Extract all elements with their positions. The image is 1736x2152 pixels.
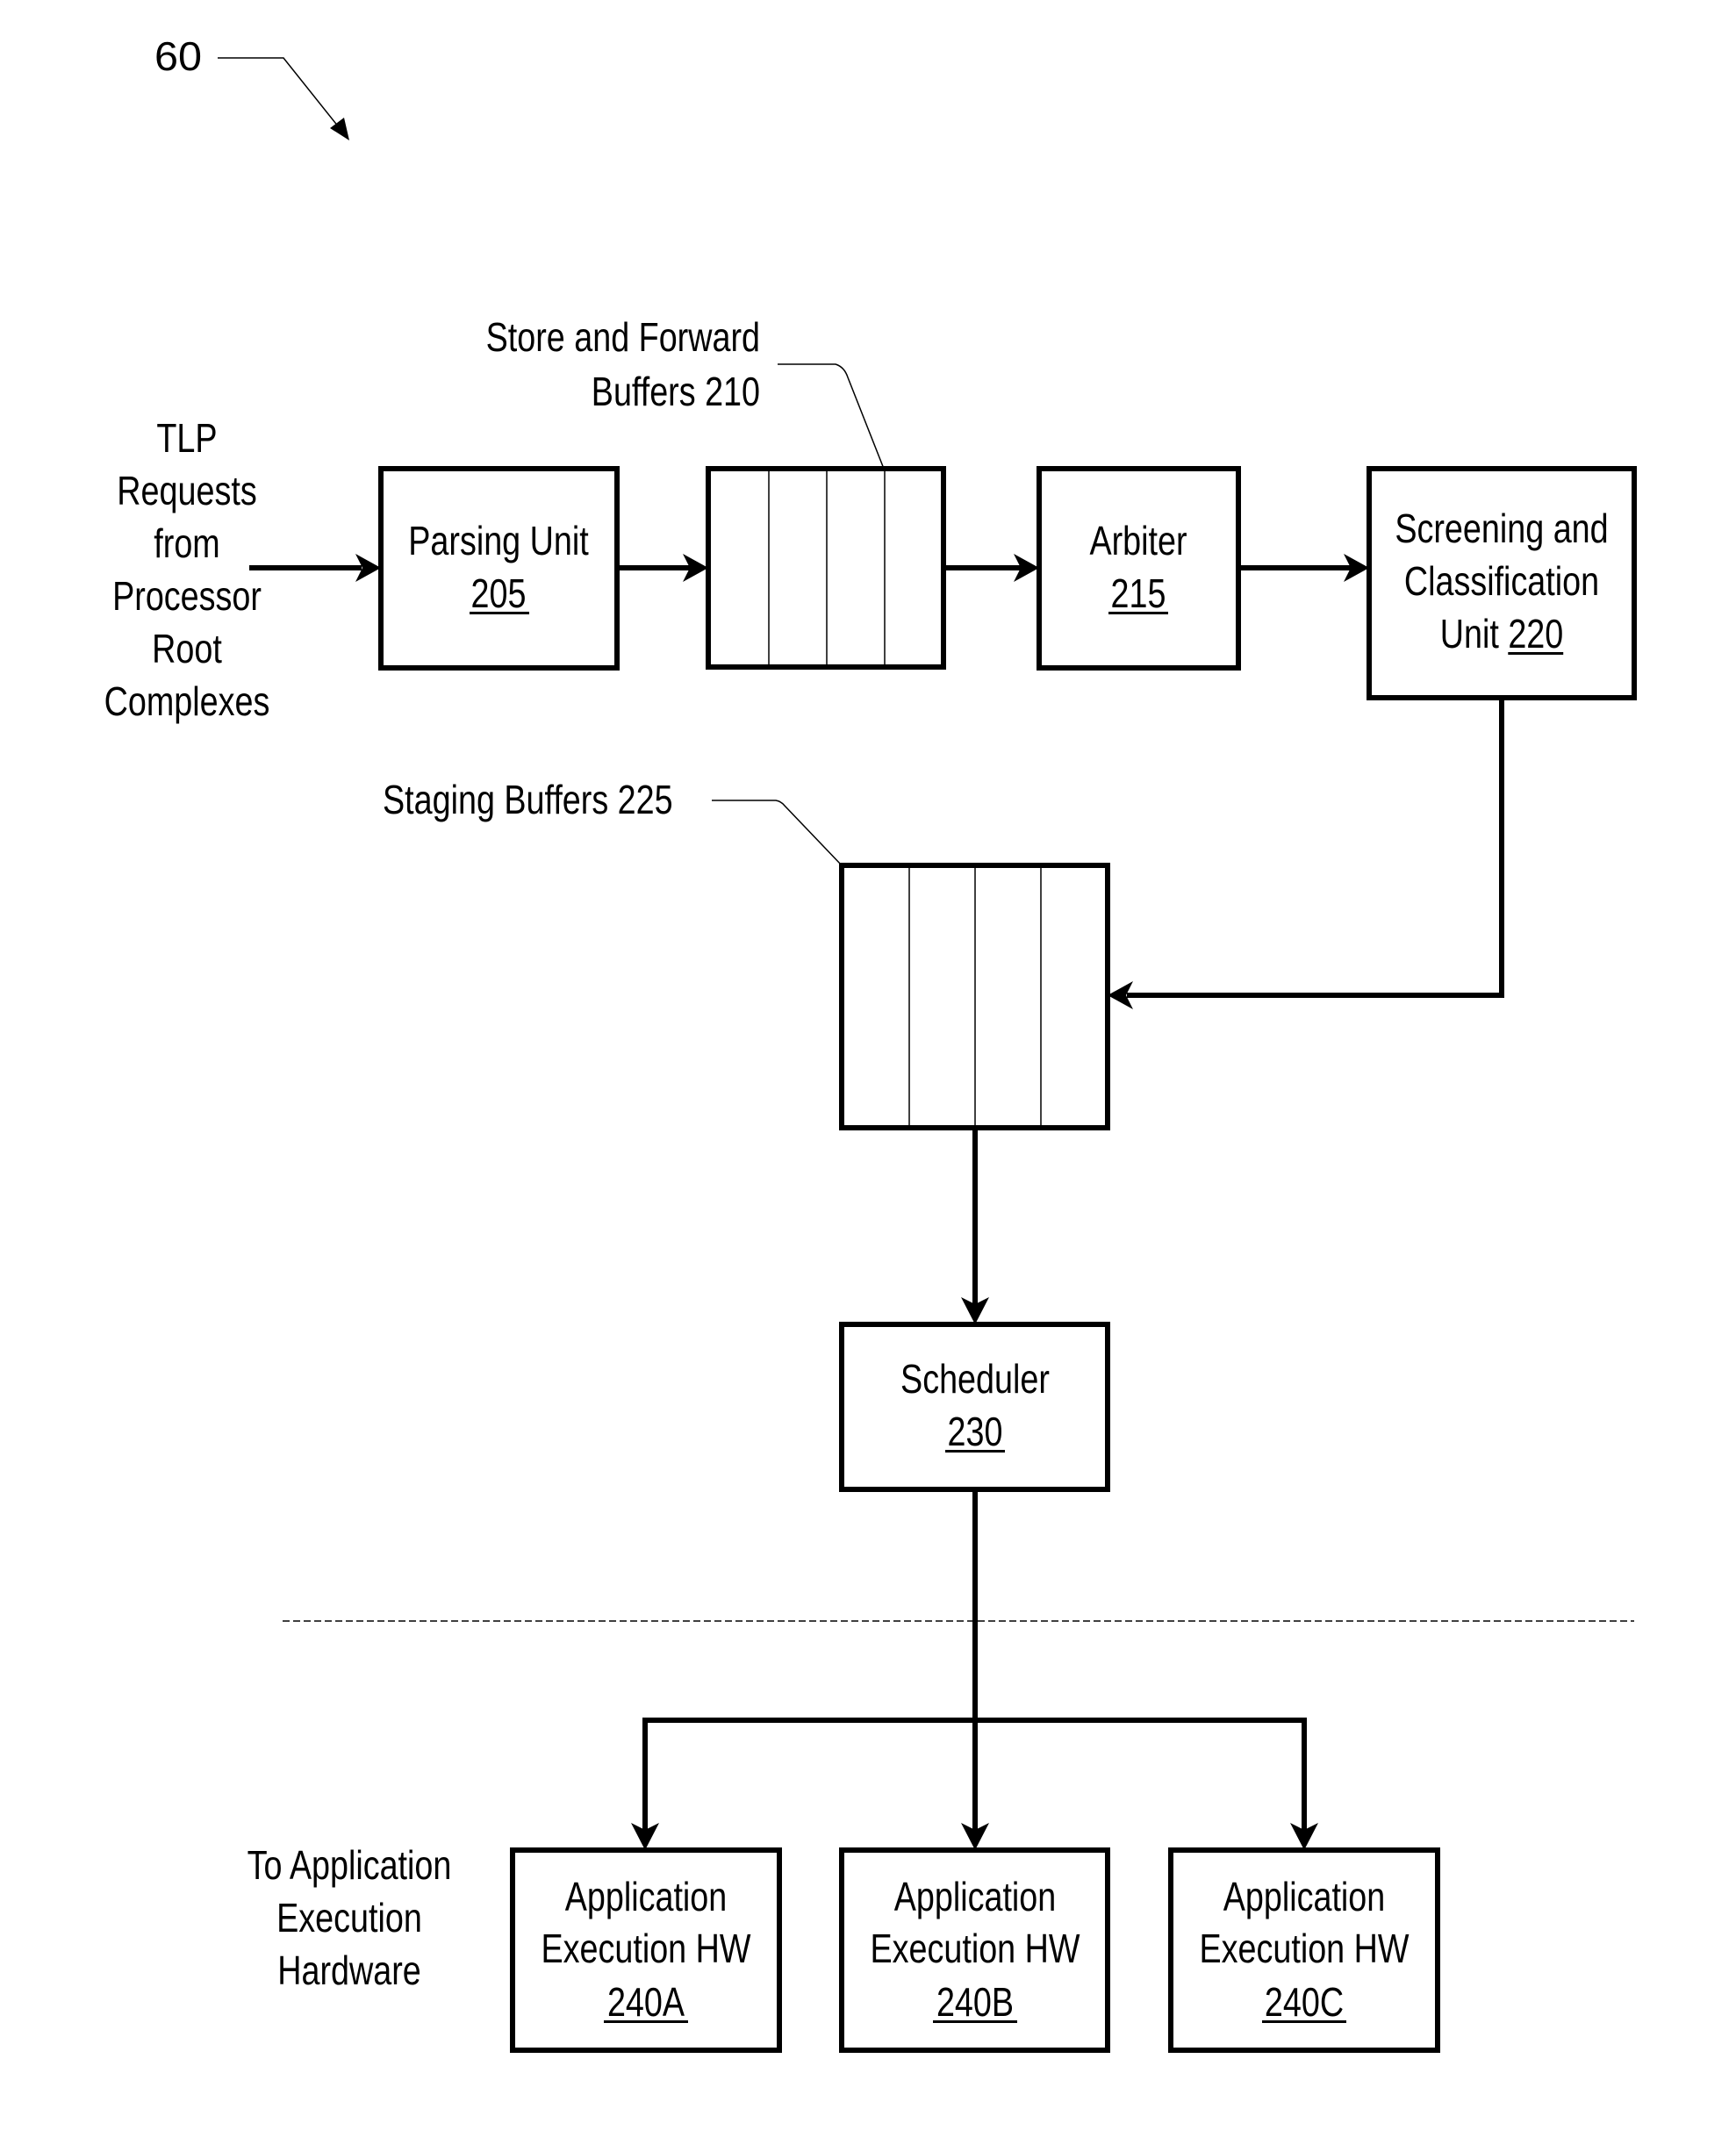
arbiter-name: Arbiter [1089, 518, 1187, 563]
source-label-line: Requests [117, 468, 256, 513]
hw-ref-underline [933, 2020, 1017, 2023]
hw-name-line: Application [1223, 1874, 1386, 1919]
source-label-line: from [154, 520, 219, 566]
destination-label-line: Execution [276, 1895, 422, 1940]
arbiter-ref-underline [1108, 612, 1168, 614]
hw-name-line: Application [565, 1874, 728, 1919]
figure-leader-arrowhead-icon [330, 118, 349, 140]
arrow-screening-to-staging [1108, 698, 1504, 1009]
parsing-unit-block[interactable]: Parsing Unit 205 [378, 466, 620, 671]
arrow-arbiter-to-screening [1238, 554, 1369, 582]
screening-name-line: Screening and [1395, 506, 1608, 551]
parsing-unit-name: Parsing Unit [408, 518, 589, 563]
app-execution-hw-240a[interactable]: Application Execution HW 240A [510, 1847, 782, 2053]
arbiter-ref: 215 [1111, 570, 1166, 616]
scheduler-ref: 230 [948, 1409, 1003, 1454]
hw-ref-underline [604, 2020, 688, 2023]
arrow-parsing-to-buffers [617, 554, 708, 582]
hw-name-line: Execution HW [871, 1926, 1080, 1971]
app-execution-hw-240b[interactable]: Application Execution HW 240B [839, 1847, 1110, 2053]
destination-label: To Application Execution Hardware [247, 1842, 452, 1993]
staging-buffers-block[interactable] [839, 863, 1110, 1130]
screening-name-line: Classification [1404, 558, 1599, 604]
scheduler-ref-underline [945, 1450, 1005, 1453]
parsing-unit-ref-underline [470, 612, 529, 614]
staging-buffers-label-text: Staging Buffers 225 [383, 777, 673, 822]
hw-ref-underline [1262, 2020, 1346, 2023]
hw-ref: 240A [607, 1979, 685, 2025]
tlp-processing-diagram: 60 TLP Requests from Processor Root Comp… [104, 33, 1637, 2053]
input-arrow [249, 554, 381, 582]
screening-ref: 220 [1508, 611, 1563, 656]
parsing-unit-ref: 205 [471, 570, 527, 616]
app-execution-hw-240c[interactable]: Application Execution HW 240C [1168, 1847, 1440, 2053]
hw-ref: 240B [936, 1979, 1014, 2025]
store-forward-buffers-label: Store and Forward Buffers 210 [486, 314, 885, 470]
figure-leader-line [218, 57, 343, 133]
hw-name-line: Execution HW [1200, 1926, 1410, 1971]
source-label-line: Complexes [104, 678, 270, 724]
scheduler-fanout [631, 1489, 1318, 1850]
hw-name-line: Execution HW [542, 1926, 751, 1971]
tlp-source-label: TLP Requests from Processor Root Complex… [104, 415, 270, 724]
arbiter-block[interactable]: Arbiter 215 [1037, 466, 1241, 671]
screening-ref-underline [1508, 652, 1564, 655]
staging-buffers-label: Staging Buffers 225 [383, 777, 843, 866]
hw-name-line: Application [894, 1874, 1057, 1919]
store-forward-label-line: Buffers 210 [592, 369, 760, 414]
screening-classification-block[interactable]: Screening and Classification Unit 220 [1367, 466, 1637, 700]
source-label-line: Root [152, 626, 222, 671]
hw-ref: 240C [1265, 1979, 1344, 2025]
source-label-line: Processor [112, 573, 262, 619]
staging-leader-line [712, 800, 843, 866]
store-forward-buffers-block[interactable] [706, 466, 946, 670]
destination-label-line: To Application [247, 1842, 452, 1888]
scheduler-name: Scheduler [900, 1356, 1050, 1402]
store-forward-leader-line [778, 363, 885, 470]
screening-unit-word: Unit [1440, 611, 1509, 656]
screening-last-line: Unit 220 [1440, 611, 1564, 656]
source-label-line: TLP [156, 415, 217, 461]
scheduler-block[interactable]: Scheduler 230 [839, 1322, 1110, 1492]
arrow-staging-to-scheduler [961, 1128, 989, 1324]
arrow-buffers-to-arbiter [943, 554, 1039, 582]
destination-label-line: Hardware [277, 1948, 421, 1993]
figure-reference: 60 [154, 33, 349, 140]
figure-number: 60 [154, 33, 202, 79]
store-forward-label-line: Store and Forward [486, 314, 760, 360]
